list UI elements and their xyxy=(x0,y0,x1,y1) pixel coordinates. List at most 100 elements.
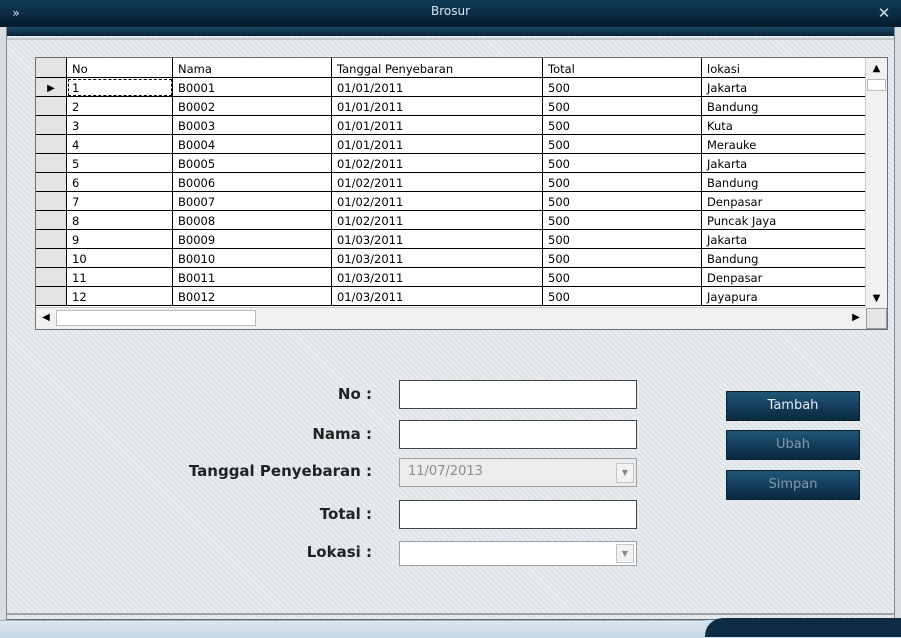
table-row[interactable]: 9 B0009 01/03/2011 500 Jakarta xyxy=(36,229,868,249)
column-header-lokasi[interactable]: lokasi xyxy=(701,58,868,78)
ubah-button[interactable]: Ubah xyxy=(726,430,860,460)
dropdown-arrow-icon[interactable]: ▼ xyxy=(616,463,634,483)
horizontal-scrollbar[interactable]: ◀ ▶ xyxy=(36,307,866,329)
cell-no[interactable]: 8 xyxy=(66,210,173,230)
cell-nama[interactable]: B0004 xyxy=(172,134,332,154)
scroll-left-icon[interactable]: ◀ xyxy=(36,308,56,328)
cell-nama[interactable]: B0008 xyxy=(172,210,332,230)
scroll-down-icon[interactable]: ▼ xyxy=(866,288,887,309)
tambah-button[interactable]: Tambah xyxy=(726,391,860,421)
cell-total[interactable]: 500 xyxy=(542,96,702,116)
cell-lokasi[interactable]: Jakarta xyxy=(701,153,868,173)
cell-tanggal[interactable]: 01/02/2011 xyxy=(331,191,543,211)
total-field[interactable] xyxy=(399,500,637,529)
cell-total[interactable]: 500 xyxy=(542,115,702,135)
cell-lokasi[interactable]: Denpasar xyxy=(701,191,868,211)
cell-total[interactable]: 500 xyxy=(542,191,702,211)
cell-nama[interactable]: B0009 xyxy=(172,229,332,249)
cell-lokasi[interactable]: Kuta xyxy=(701,115,868,135)
cell-lokasi[interactable]: Denpasar xyxy=(701,267,868,287)
cell-lokasi[interactable]: Jakarta xyxy=(701,229,868,249)
cell-total[interactable]: 500 xyxy=(542,286,702,306)
row-indicator[interactable] xyxy=(36,96,67,116)
scroll-right-icon[interactable]: ▶ xyxy=(846,308,866,328)
row-indicator[interactable] xyxy=(36,134,67,154)
cell-no[interactable]: 6 xyxy=(66,172,173,192)
table-row[interactable]: ▶ 1 B0001 01/01/2011 500 Jakarta xyxy=(36,77,868,97)
row-indicator[interactable] xyxy=(36,153,67,173)
table-row[interactable]: 5 B0005 01/02/2011 500 Jakarta xyxy=(36,153,868,173)
taskbar-tab[interactable] xyxy=(705,618,901,637)
cell-tanggal[interactable]: 01/02/2011 xyxy=(331,172,543,192)
cell-total[interactable]: 500 xyxy=(542,210,702,230)
table-row[interactable]: 11 B0011 01/03/2011 500 Denpasar xyxy=(36,267,868,287)
column-header-total[interactable]: Total xyxy=(542,58,702,78)
cell-lokasi[interactable]: Puncak Jaya xyxy=(701,210,868,230)
cell-lokasi[interactable]: Bandung xyxy=(701,248,868,268)
cell-no[interactable]: 10 xyxy=(66,248,173,268)
cell-total[interactable]: 500 xyxy=(542,229,702,249)
cell-total[interactable]: 500 xyxy=(542,248,702,268)
row-indicator[interactable] xyxy=(36,115,67,135)
cell-nama[interactable]: B0011 xyxy=(172,267,332,287)
table-row[interactable]: 2 B0002 01/01/2011 500 Bandung xyxy=(36,96,868,116)
cell-no[interactable]: 4 xyxy=(66,134,173,154)
cell-lokasi[interactable]: Jayapura xyxy=(701,286,868,306)
row-indicator[interactable] xyxy=(36,172,67,192)
cell-no[interactable]: 5 xyxy=(66,153,173,173)
table-row[interactable]: 8 B0008 01/02/2011 500 Puncak Jaya xyxy=(36,210,868,230)
cell-nama[interactable]: B0001 xyxy=(172,77,332,97)
column-header-tanggal[interactable]: Tanggal Penyebaran xyxy=(331,58,543,78)
column-header-no[interactable]: No xyxy=(66,58,173,78)
cell-nama[interactable]: B0002 xyxy=(172,96,332,116)
table-row[interactable]: 4 B0004 01/01/2011 500 Merauke xyxy=(36,134,868,154)
cell-lokasi[interactable]: Bandung xyxy=(701,96,868,116)
cell-no[interactable]: 9 xyxy=(66,229,173,249)
row-indicator[interactable] xyxy=(36,229,67,249)
row-indicator[interactable] xyxy=(36,286,67,306)
cell-no[interactable]: 12 xyxy=(66,286,173,306)
cell-tanggal[interactable]: 01/02/2011 xyxy=(331,153,543,173)
dropdown-arrow-icon[interactable]: ▼ xyxy=(616,544,634,563)
cell-no[interactable]: 3 xyxy=(66,115,173,135)
cell-tanggal[interactable]: 01/03/2011 xyxy=(331,286,543,306)
row-indicator[interactable] xyxy=(36,248,67,268)
cell-tanggal[interactable]: 01/03/2011 xyxy=(331,267,543,287)
vertical-scrollbar[interactable]: ▲ ▼ xyxy=(865,58,887,309)
cell-nama[interactable]: B0006 xyxy=(172,172,332,192)
row-indicator[interactable] xyxy=(36,267,67,287)
cell-tanggal[interactable]: 01/02/2011 xyxy=(331,210,543,230)
column-header-nama[interactable]: Nama xyxy=(172,58,332,78)
cell-tanggal[interactable]: 01/03/2011 xyxy=(331,229,543,249)
cell-lokasi[interactable]: Bandung xyxy=(701,172,868,192)
scroll-up-icon[interactable]: ▲ xyxy=(866,58,887,79)
simpan-button[interactable]: Simpan xyxy=(726,470,860,500)
cell-lokasi[interactable]: Jakarta xyxy=(701,77,868,97)
cell-lokasi[interactable]: Merauke xyxy=(701,134,868,154)
nama-field[interactable] xyxy=(399,420,637,449)
cell-total[interactable]: 500 xyxy=(542,153,702,173)
no-field[interactable] xyxy=(399,380,637,409)
vertical-scroll-thumb[interactable] xyxy=(867,79,886,91)
row-indicator[interactable] xyxy=(36,210,67,230)
cell-nama[interactable]: B0010 xyxy=(172,248,332,268)
cell-nama[interactable]: B0012 xyxy=(172,286,332,306)
close-icon[interactable]: ✕ xyxy=(875,4,893,22)
cell-total[interactable]: 500 xyxy=(542,134,702,154)
tanggal-penyebaran-picker[interactable]: 11/07/2013 ▼ xyxy=(399,458,637,487)
cell-total[interactable]: 500 xyxy=(542,77,702,97)
cell-tanggal[interactable]: 01/01/2011 xyxy=(331,115,543,135)
table-row[interactable]: 3 B0003 01/01/2011 500 Kuta xyxy=(36,115,868,135)
cell-tanggal[interactable]: 01/01/2011 xyxy=(331,77,543,97)
table-row[interactable]: 10 B0010 01/03/2011 500 Bandung xyxy=(36,248,868,268)
horizontal-scroll-thumb[interactable] xyxy=(56,310,256,326)
cell-no[interactable]: 11 xyxy=(66,267,173,287)
cell-no[interactable]: 7 xyxy=(66,191,173,211)
cell-tanggal[interactable]: 01/01/2011 xyxy=(331,134,543,154)
row-indicator[interactable] xyxy=(36,191,67,211)
cell-nama[interactable]: B0005 xyxy=(172,153,332,173)
cell-total[interactable]: 500 xyxy=(542,172,702,192)
lokasi-combobox[interactable]: ▼ xyxy=(399,541,637,566)
table-row[interactable]: 7 B0007 01/02/2011 500 Denpasar xyxy=(36,191,868,211)
row-indicator[interactable]: ▶ xyxy=(36,77,67,97)
